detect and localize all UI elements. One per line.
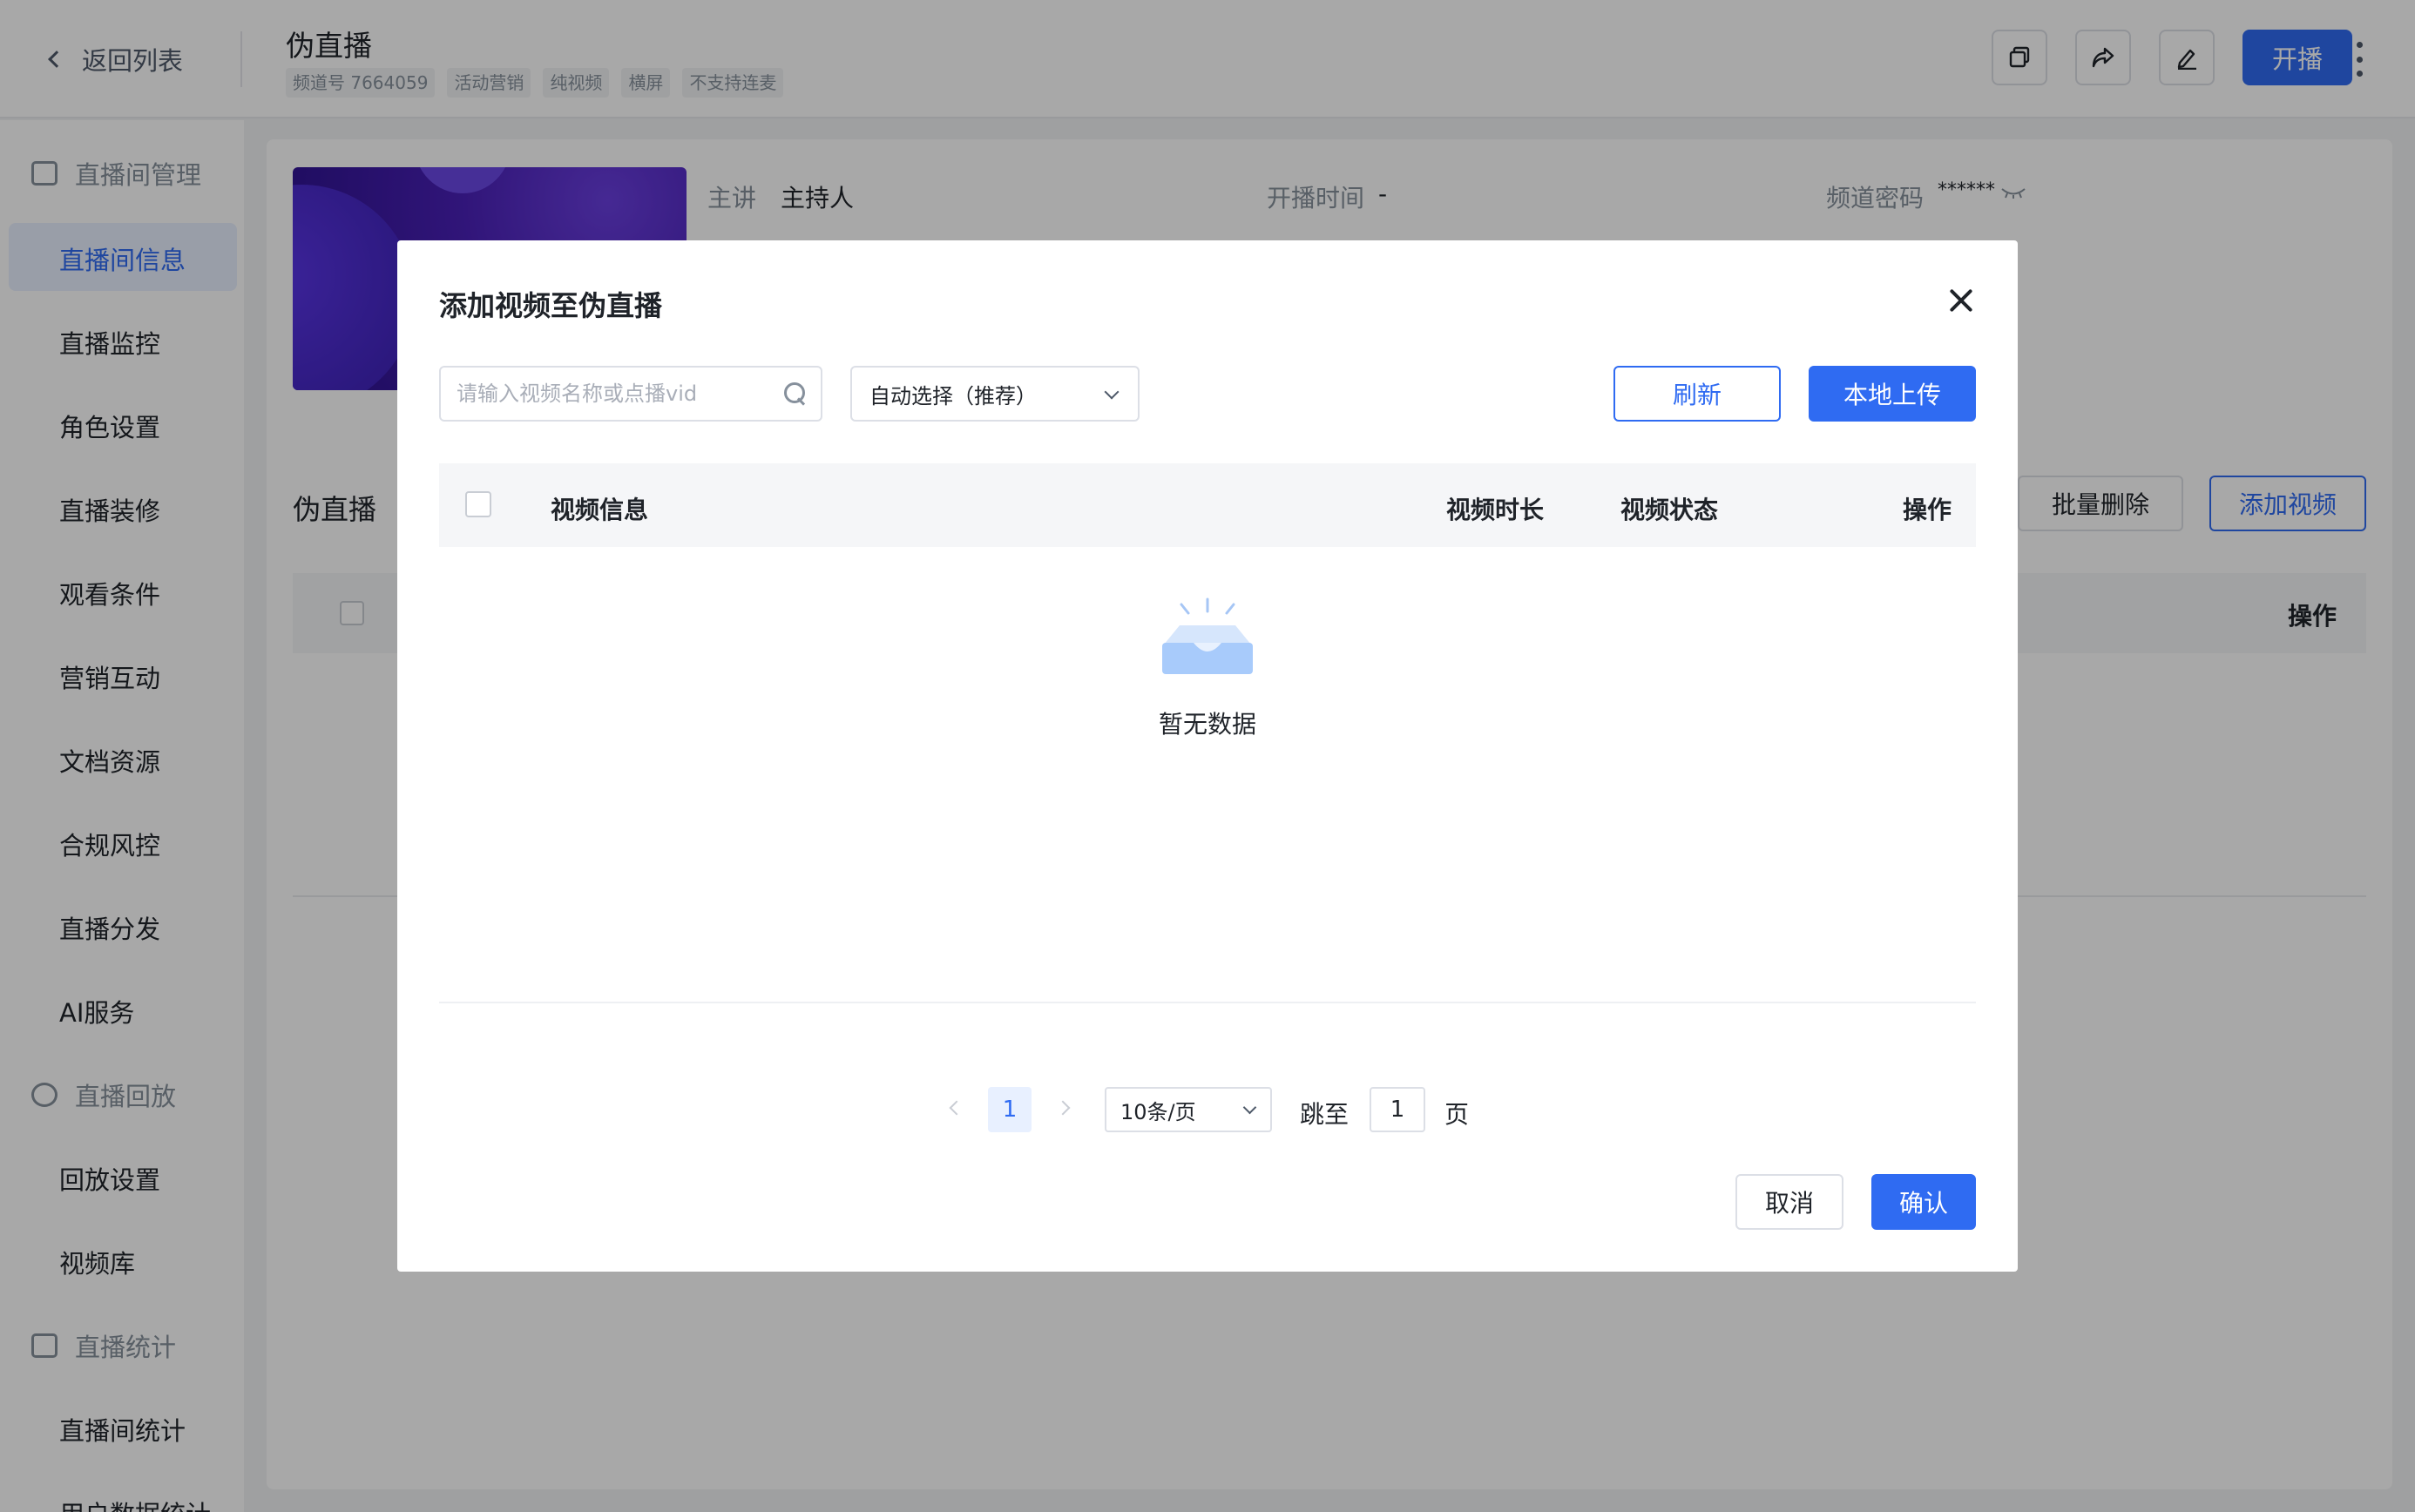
chevron-down-icon — [1242, 1100, 1257, 1115]
select-all-checkbox[interactable] — [465, 491, 491, 517]
jump-page-input[interactable]: 1 — [1370, 1087, 1425, 1132]
video-table-header: 视频信息 视频时长 视频状态 操作 — [439, 463, 1976, 547]
column-duration: 视频时长 — [1446, 496, 1545, 524]
confirm-button[interactable]: 确认 — [1871, 1174, 1976, 1230]
local-upload-button[interactable]: 本地上传 — [1809, 366, 1976, 422]
page-suffix-label: 页 — [1444, 1100, 1470, 1129]
select-value: 自动选择（推荐） — [869, 383, 1037, 408]
page-size-select[interactable]: 10条/页 — [1105, 1087, 1272, 1132]
column-actions: 操作 — [1903, 496, 1952, 524]
close-icon[interactable] — [1948, 287, 1974, 314]
search-icon[interactable] — [784, 382, 805, 403]
page-size-value: 10条/页 — [1120, 1099, 1196, 1124]
search-input[interactable] — [457, 381, 770, 406]
column-status: 视频状态 — [1620, 496, 1719, 524]
next-page-icon[interactable] — [1055, 1100, 1071, 1116]
add-video-dialog: 添加视频至伪直播 自动选择（推荐） 刷新 本地上传 视频信息 视频时长 视频状态… — [397, 240, 2018, 1272]
empty-box-icon — [1162, 597, 1253, 674]
prev-page-icon[interactable] — [949, 1100, 964, 1116]
dialog-title: 添加视频至伪直播 — [439, 289, 663, 322]
source-select[interactable]: 自动选择（推荐） — [850, 366, 1140, 422]
video-search-field[interactable] — [439, 366, 822, 422]
jump-to-label: 跳至 — [1300, 1100, 1350, 1129]
empty-state-text: 暂无数据 — [1158, 710, 1256, 739]
divider — [439, 1002, 1976, 1003]
refresh-button[interactable]: 刷新 — [1613, 366, 1781, 422]
column-video-info: 视频信息 — [551, 496, 649, 524]
cancel-button[interactable]: 取消 — [1735, 1174, 1843, 1230]
chevron-down-icon — [1104, 384, 1120, 400]
page-1-button[interactable]: 1 — [988, 1087, 1032, 1132]
